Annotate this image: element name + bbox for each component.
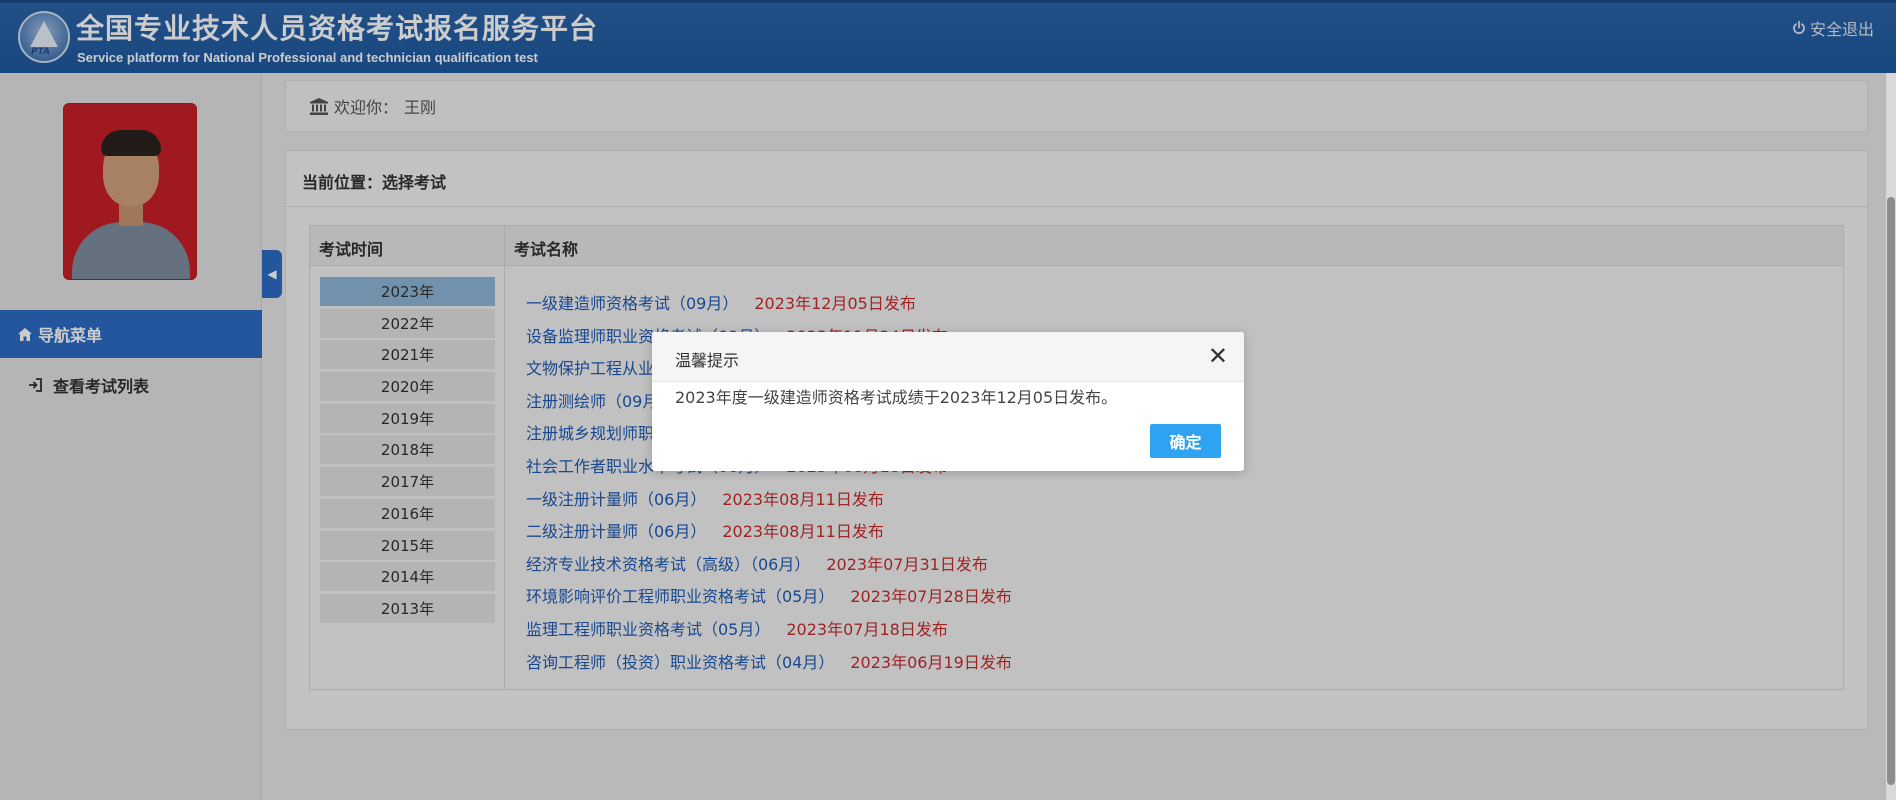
dialog-message: 2023年度一级建造师资格考试成绩于2023年12月05日发布。: [675, 388, 1118, 407]
dialog-header: 温馨提示 ✕: [652, 332, 1244, 382]
confirm-button[interactable]: 确定: [1150, 424, 1221, 458]
dialog-title: 温馨提示: [675, 351, 740, 370]
close-icon[interactable]: ✕: [1208, 342, 1228, 370]
scrollbar-thumb[interactable]: [1887, 197, 1895, 785]
notice-dialog: 温馨提示 ✕ 2023年度一级建造师资格考试成绩于2023年12月05日发布。 …: [652, 332, 1244, 471]
scrollbar[interactable]: [1886, 73, 1896, 800]
